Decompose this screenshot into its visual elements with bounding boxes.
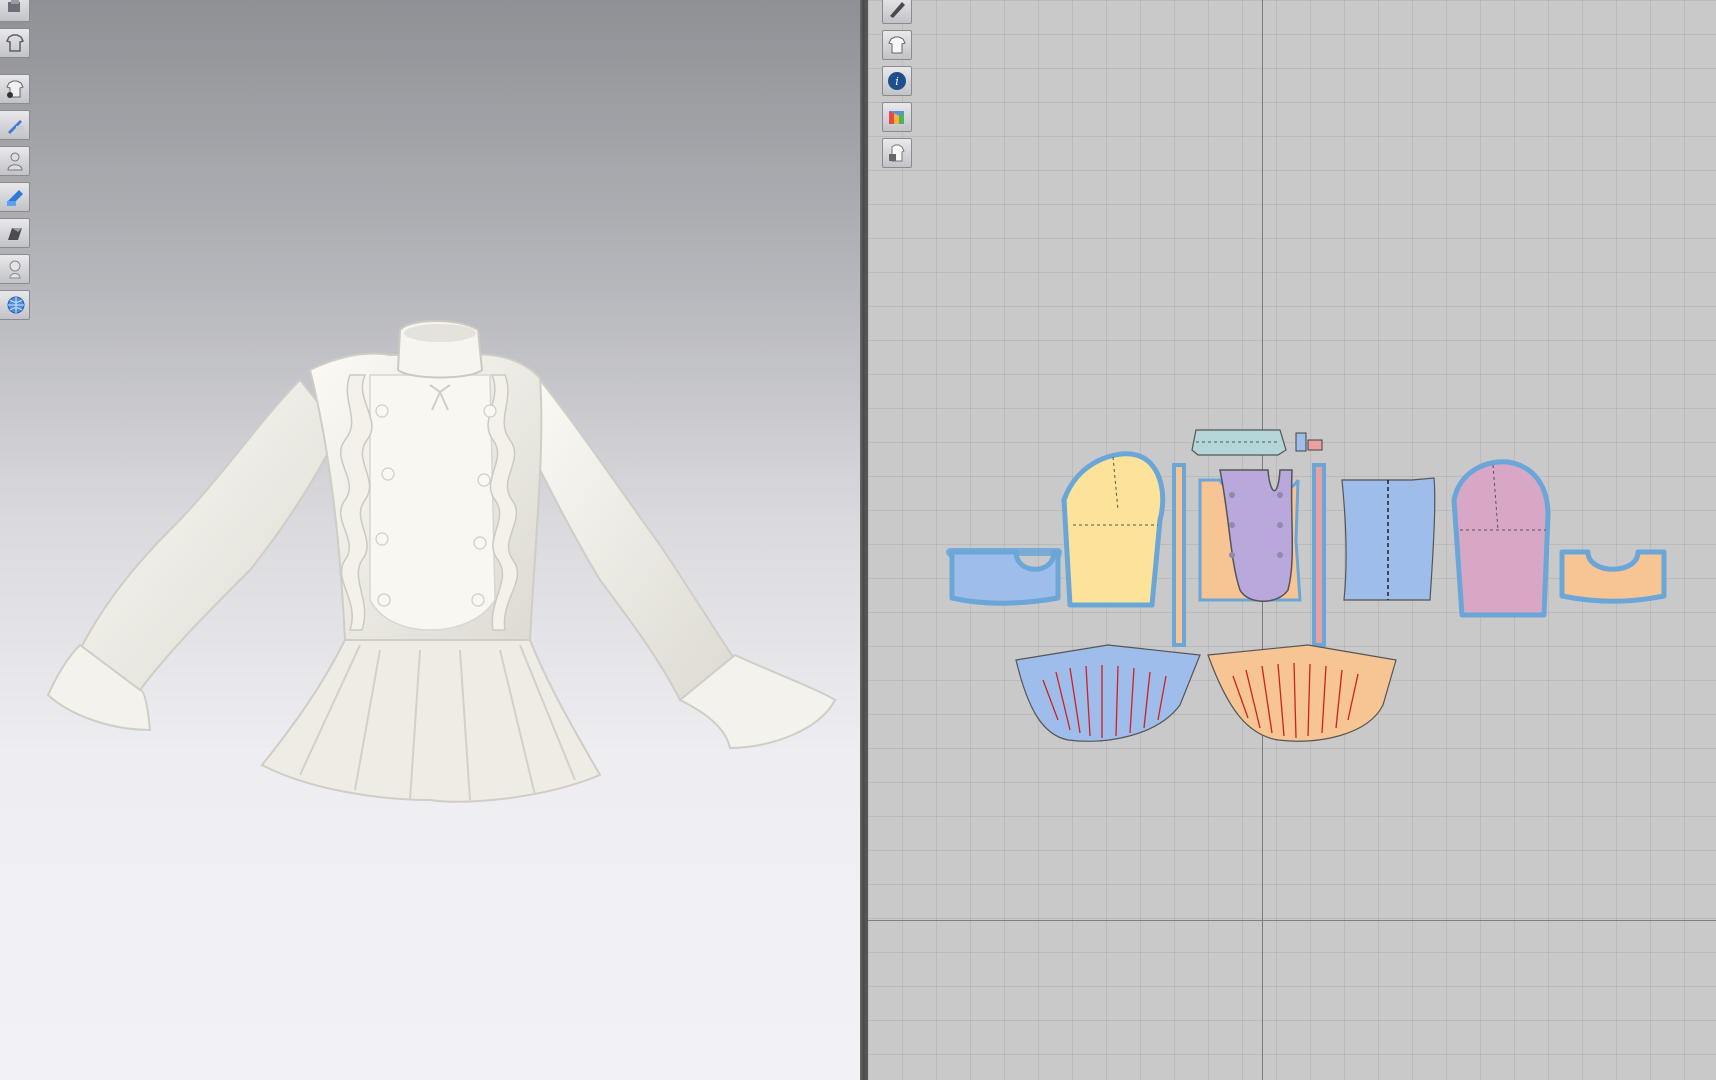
avatar-display-icon — [8, 260, 21, 279]
pattern-bow-pieces — [1295, 432, 1323, 452]
texture-display-button[interactable] — [0, 182, 30, 212]
pen-tool-button[interactable] — [882, 0, 912, 24]
pattern-right-placket — [1312, 463, 1326, 647]
pen-tool-icon — [890, 2, 905, 18]
fabric-color-icon — [889, 111, 904, 124]
right-sleeve — [518, 378, 737, 702]
pattern-left-sleeve — [1061, 451, 1166, 608]
pattern-pieces — [946, 429, 1667, 742]
show-3d-pen-icon — [7, 120, 24, 134]
pattern-right-peplum — [1207, 644, 1397, 742]
pattern-right-sleeve — [1451, 459, 1551, 618]
display-avatar-button[interactable] — [0, 0, 30, 22]
view-splitter[interactable] — [860, 0, 868, 1080]
svg-text:i: i — [895, 75, 899, 88]
info-icon: i — [888, 72, 906, 90]
show-garment-icon — [5, 80, 24, 98]
peplum — [260, 639, 602, 803]
pattern-left-cuff — [949, 549, 1061, 606]
show-avatar-button[interactable] — [0, 146, 30, 176]
texture-display-icon — [6, 190, 23, 206]
pattern-left-peplum — [1015, 644, 1201, 742]
2d-view-toolbar: i — [882, 0, 912, 168]
avatar-shading-icon — [7, 228, 22, 240]
show-garment-button[interactable] — [0, 74, 30, 104]
display-avatar-icon — [7, 0, 20, 12]
lock-pattern-icon — [889, 144, 905, 162]
fabric-mesh-button[interactable] — [0, 290, 30, 320]
fabric-color-button[interactable] — [882, 102, 912, 132]
avatar-display-button[interactable] — [0, 254, 30, 284]
show-pattern-button[interactable] — [882, 30, 912, 60]
show-3d-pen-button[interactable] — [0, 110, 30, 140]
pattern-right-cuff — [1559, 549, 1667, 604]
2d-pattern-viewport[interactable]: i — [868, 0, 1716, 1080]
info-button[interactable]: i — [882, 66, 912, 96]
avatar-shading-button[interactable] — [0, 218, 30, 248]
3d-view-toolbar — [0, 0, 30, 320]
front-bib — [369, 374, 496, 631]
garment-display-icon — [5, 34, 24, 52]
fabric-mesh-icon — [7, 296, 24, 314]
show-avatar-icon — [6, 152, 23, 171]
3d-garment-viewport[interactable] — [0, 0, 860, 1080]
lock-pattern-button[interactable] — [882, 138, 912, 168]
garment-display-button[interactable] — [0, 28, 30, 58]
left-sleeve — [78, 378, 342, 692]
3d-blouse-model[interactable] — [0, 0, 860, 1080]
pattern-left-placket — [1172, 463, 1186, 647]
show-pattern-icon — [888, 36, 906, 54]
